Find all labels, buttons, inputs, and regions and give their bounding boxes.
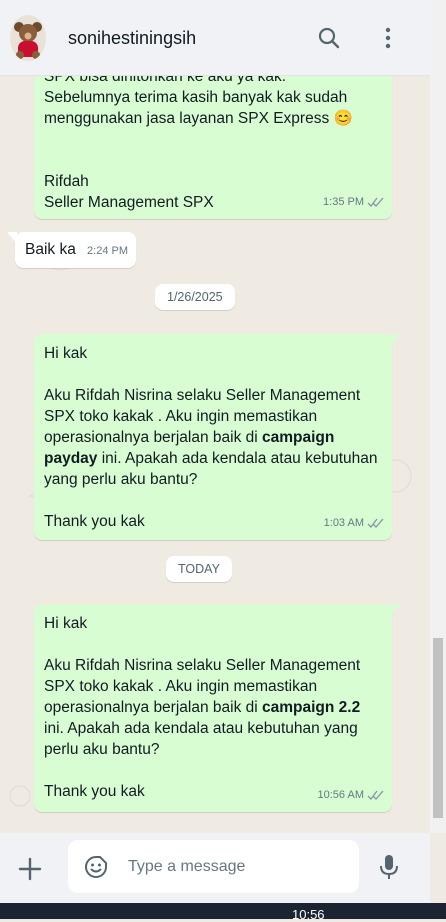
double-check-icon xyxy=(367,197,384,207)
chat-header: sonihestiningsih xyxy=(0,0,430,76)
message-text: perlu aku bantu? xyxy=(44,741,160,758)
scrollbar-thumb[interactable] xyxy=(433,638,443,818)
date-separator: 1/26/2025 xyxy=(155,284,235,310)
message-meta: 10:56 AM xyxy=(318,785,384,806)
message-placeholder: Type a message xyxy=(128,858,246,875)
os-taskbar: 10:56 xyxy=(0,903,446,921)
message-time: 1:35 PM xyxy=(323,196,364,208)
message-text: yang perlu aku bantu? xyxy=(44,471,198,488)
message-bubble-outgoing[interactable]: Hi kak ​ Aku Rifdah Nisrina selaku Selle… xyxy=(34,334,400,540)
chat-area[interactable]: SPX bisa dihitonkan ke aku ya kak. Sebel… xyxy=(0,76,430,833)
message-bubble-outgoing[interactable]: SPX bisa dihitonkan ke aku ya kak. Sebel… xyxy=(34,76,392,219)
bold-text: campaign 2.2 xyxy=(262,699,361,716)
message-text: SPX toko kakak . Aku ingin memastikan xyxy=(44,408,318,425)
message-text: SPX toko kakak . Aku ingin memastikan xyxy=(44,678,318,695)
message-time: 1:03 AM xyxy=(323,517,364,529)
message-text: Rifdah xyxy=(44,173,89,190)
message-meta: 1:35 PM xyxy=(323,192,384,213)
message-composer: Type a message xyxy=(0,833,430,903)
message-text: ​ xyxy=(44,129,382,150)
contact-avatar[interactable] xyxy=(10,15,46,61)
search-icon[interactable] xyxy=(317,26,341,50)
microphone-icon[interactable] xyxy=(377,853,401,881)
message-input[interactable]: Type a message xyxy=(68,840,359,893)
message-bubble-outgoing[interactable]: Hi kak ​ Aku Rifdah Nisrina selaku Selle… xyxy=(34,604,400,812)
message-time: 10:56 AM xyxy=(317,789,364,801)
message-meta: 2:24 PM xyxy=(87,241,128,262)
message-text: operasionalnya berjalan baik di campaign… xyxy=(44,699,361,716)
taskbar-clock[interactable]: 10:56 xyxy=(292,908,325,921)
teddy-bear-avatar-icon xyxy=(10,15,46,61)
double-check-icon xyxy=(367,790,384,800)
emoji-icon[interactable] xyxy=(84,855,108,879)
message-bubble-incoming[interactable]: Baik ka 2:24 PM xyxy=(7,232,136,268)
message-text: ini. Apakah ada kendala atau kebutuhan y… xyxy=(44,720,358,737)
message-meta: 1:03 AM xyxy=(324,513,384,534)
bold-text: payday xyxy=(44,450,98,467)
message-greeting: Hi kak xyxy=(44,345,88,362)
double-check-icon xyxy=(367,518,384,528)
chat-scrollbar[interactable] xyxy=(430,0,446,833)
message-text: ​ xyxy=(44,150,382,171)
more-vertical-icon[interactable] xyxy=(376,26,400,50)
message-greeting: Hi kak xyxy=(44,615,88,632)
message-text: operasionalnya berjalan baik di campaign xyxy=(44,429,335,446)
message-text: SPX bisa dihitonkan ke aku ya kak. xyxy=(44,76,287,85)
message-text: payday ini. Apakah ada kendala atau kebu… xyxy=(44,450,378,467)
message-text: Aku Rifdah Nisrina selaku Seller Managem… xyxy=(44,657,361,674)
message-text: Aku Rifdah Nisrina selaku Seller Managem… xyxy=(44,387,361,404)
plus-icon[interactable] xyxy=(18,857,42,881)
message-text: Baik ka xyxy=(25,241,76,258)
message-text: menggunakan jasa layanan SPX Express 😊 xyxy=(44,110,353,127)
contact-name[interactable]: sonihestiningsih xyxy=(68,28,196,49)
message-time: 2:24 PM xyxy=(87,245,128,257)
date-separator: TODAY xyxy=(166,556,232,582)
message-text: Sebelumnya terima kasih banyak kak sudah xyxy=(44,89,348,106)
bold-text: campaign xyxy=(262,429,335,446)
